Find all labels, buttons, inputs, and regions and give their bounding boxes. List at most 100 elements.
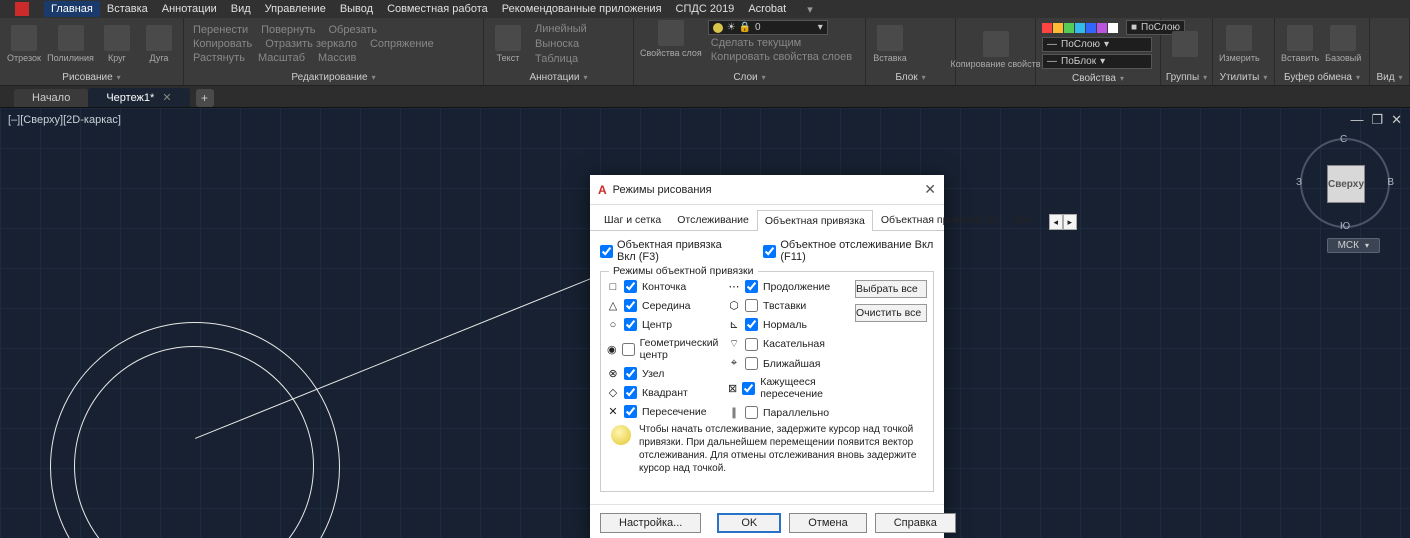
osnap-symbol-icon: ∥ xyxy=(728,406,740,419)
dialog-tab-4[interactable]: Дин... xyxy=(1005,209,1049,230)
osnap-left-1[interactable]: △Середина xyxy=(607,299,728,312)
osnap-on-checkbox[interactable]: Объектная привязка Вкл (F3) xyxy=(600,239,743,263)
osnap-left-5[interactable]: ◇Квадрант xyxy=(607,386,728,399)
color-swatch[interactable] xyxy=(1042,23,1052,33)
menu-tab-1[interactable]: Вставка xyxy=(100,1,155,17)
osnap-symbol-icon: ✕ xyxy=(607,405,619,418)
draw-line[interactable]: Отрезок xyxy=(6,25,42,63)
modify-Повернуть[interactable]: Повернуть xyxy=(258,24,315,36)
modify-Растянуть[interactable]: Растянуть xyxy=(190,52,245,64)
osnap-right-2[interactable]: ⊾Нормаль xyxy=(728,318,849,331)
osnap-right-0[interactable]: ⋯Продолжение xyxy=(728,280,849,293)
viewport-label[interactable]: [–][Сверху][2D-каркас] xyxy=(8,114,121,126)
modify-Масштаб[interactable]: Масштаб xyxy=(255,52,305,64)
draw-circle[interactable]: Круг xyxy=(99,25,135,63)
osnap-right-1[interactable]: ⬡Твставки xyxy=(728,299,849,312)
modify-Сопряжение[interactable]: Сопряжение xyxy=(367,38,434,50)
menu-tab-3[interactable]: Вид xyxy=(224,1,258,17)
match-layer[interactable]: Копировать свойства слоев xyxy=(708,51,852,63)
color-swatch[interactable] xyxy=(1108,23,1118,33)
osnap-left-2[interactable]: ○Центр xyxy=(607,318,728,331)
dialog-tab-3[interactable]: Объектная привязка 3D xyxy=(873,209,1005,230)
osnap-right-3[interactable]: ⌔Касательная xyxy=(728,337,849,351)
modify-Обрезать[interactable]: Обрезать xyxy=(325,24,377,36)
menu-tab-9[interactable]: Acrobat xyxy=(741,1,793,17)
minimize-icon[interactable]: — xyxy=(1350,112,1363,128)
select-all-button[interactable]: Выбрать все xyxy=(855,280,927,298)
options-button[interactable]: Настройка... xyxy=(600,513,701,533)
linear-dim[interactable]: Линейный xyxy=(532,23,587,35)
osnap-right-6[interactable]: ∥Параллельно xyxy=(728,406,849,419)
tab-close-icon[interactable]: ✕ xyxy=(162,91,171,104)
modify-Массив[interactable]: Массив xyxy=(315,52,356,64)
modify-Отразить зеркало[interactable]: Отразить зеркало xyxy=(262,38,357,50)
dialog-tab-0[interactable]: Шаг и сетка xyxy=(596,209,669,230)
tabs-scroll-right[interactable]: ▸ xyxy=(1063,214,1077,230)
add-tab-button[interactable]: + xyxy=(196,89,214,107)
menu-tab-0[interactable]: Главная xyxy=(44,1,100,17)
menu-tab-4[interactable]: Управление xyxy=(258,1,333,17)
compass-s[interactable]: Ю xyxy=(1340,221,1350,232)
modify-Копировать[interactable]: Копировать xyxy=(190,38,252,50)
layer-properties[interactable]: Свойства слоя xyxy=(640,20,702,63)
osnap-left-6[interactable]: ✕Пересечение xyxy=(607,405,728,418)
osnap-right-4[interactable]: ⌖Ближайшая xyxy=(728,357,849,370)
color-swatch[interactable] xyxy=(1075,23,1085,33)
cancel-button[interactable]: Отмена xyxy=(789,513,866,533)
menu-tab-5[interactable]: Вывод xyxy=(333,1,380,17)
menu-tab-8[interactable]: СПДС 2019 xyxy=(669,1,742,17)
compass-n[interactable]: С xyxy=(1340,134,1347,145)
color-swatch[interactable] xyxy=(1097,23,1107,33)
osnap-right-5[interactable]: ⊠Кажущееся пересечение xyxy=(728,376,849,400)
menu-tab-2[interactable]: Аннотации xyxy=(155,1,224,17)
ok-button[interactable]: OK xyxy=(717,513,781,533)
osnap-left-4[interactable]: ⊗Узел xyxy=(607,367,728,380)
make-current[interactable]: Сделать текущим xyxy=(708,37,852,49)
color-swatch[interactable] xyxy=(1053,23,1063,33)
text-tool[interactable]: Текст xyxy=(490,25,526,63)
measure-tool[interactable]: Измерить xyxy=(1219,25,1260,63)
block-insert[interactable]: Вставка xyxy=(872,25,908,63)
linetype-bylayer[interactable]: — ПоСлою ▾ xyxy=(1042,37,1152,52)
menu-tab-7[interactable]: Рекомендованные приложения xyxy=(495,1,669,17)
viewcube-face[interactable]: Сверху xyxy=(1327,165,1365,203)
dialog-tab-1[interactable]: Отслеживание xyxy=(669,209,757,230)
menu-tab-6[interactable]: Совместная работа xyxy=(380,1,495,17)
layer-dropdown[interactable]: ☀ 🔒 0▾ xyxy=(708,20,828,35)
compass-w[interactable]: З xyxy=(1296,177,1302,188)
dialog-tab-2[interactable]: Объектная привязка xyxy=(757,210,873,231)
osnap-symbol-icon: ⋯ xyxy=(728,280,740,293)
lineweight-byblock[interactable]: — ПоБлок ▾ xyxy=(1042,54,1152,69)
match-props[interactable]: Копирование свойств xyxy=(962,31,1029,69)
base-point[interactable]: Базовый xyxy=(1325,25,1361,63)
paste-tool[interactable]: Вставить xyxy=(1281,25,1319,63)
wcs-badge[interactable]: МСК▾ xyxy=(1327,238,1380,253)
draw-arc[interactable]: Дуга xyxy=(141,25,177,63)
clear-all-button[interactable]: Очистить все xyxy=(855,304,927,322)
lightbulb-icon xyxy=(611,425,631,445)
doc-tab-0[interactable]: Начало xyxy=(14,89,88,107)
color-swatch[interactable] xyxy=(1064,23,1074,33)
leader[interactable]: Выноска xyxy=(532,38,587,50)
otrack-on-checkbox[interactable]: Объектное отслеживание Вкл (F11) xyxy=(763,239,934,263)
draw-polyline[interactable]: Полилиния xyxy=(48,25,93,63)
app-logo[interactable] xyxy=(15,2,29,16)
viewcube[interactable]: Сверху С Ю В З xyxy=(1300,138,1390,228)
osnap-label: Узел xyxy=(642,368,664,380)
dialog-titlebar[interactable]: A Режимы рисования ✕ xyxy=(590,175,944,205)
doc-tab-1[interactable]: Чертеж1*✕ xyxy=(88,88,189,107)
group-tool[interactable] xyxy=(1167,31,1203,57)
osnap-left-3[interactable]: ◉Геометрический центр xyxy=(607,337,728,361)
osnap-left-0[interactable]: □Конточка xyxy=(607,280,728,293)
chevron-down-icon[interactable]: ▾ xyxy=(807,3,813,16)
autocad-a-icon: A xyxy=(598,183,607,197)
dialog-close-icon[interactable]: ✕ xyxy=(924,181,936,198)
help-button[interactable]: Справка xyxy=(875,513,956,533)
color-swatch[interactable] xyxy=(1086,23,1096,33)
compass-e[interactable]: В xyxy=(1387,177,1394,188)
restore-icon[interactable]: ❐ xyxy=(1371,112,1383,128)
modify-Перенести[interactable]: Перенести xyxy=(190,24,248,36)
tabs-scroll-left[interactable]: ◂ xyxy=(1049,214,1063,230)
close-icon[interactable]: ✕ xyxy=(1391,112,1402,128)
table-tool[interactable]: Таблица xyxy=(532,53,587,65)
